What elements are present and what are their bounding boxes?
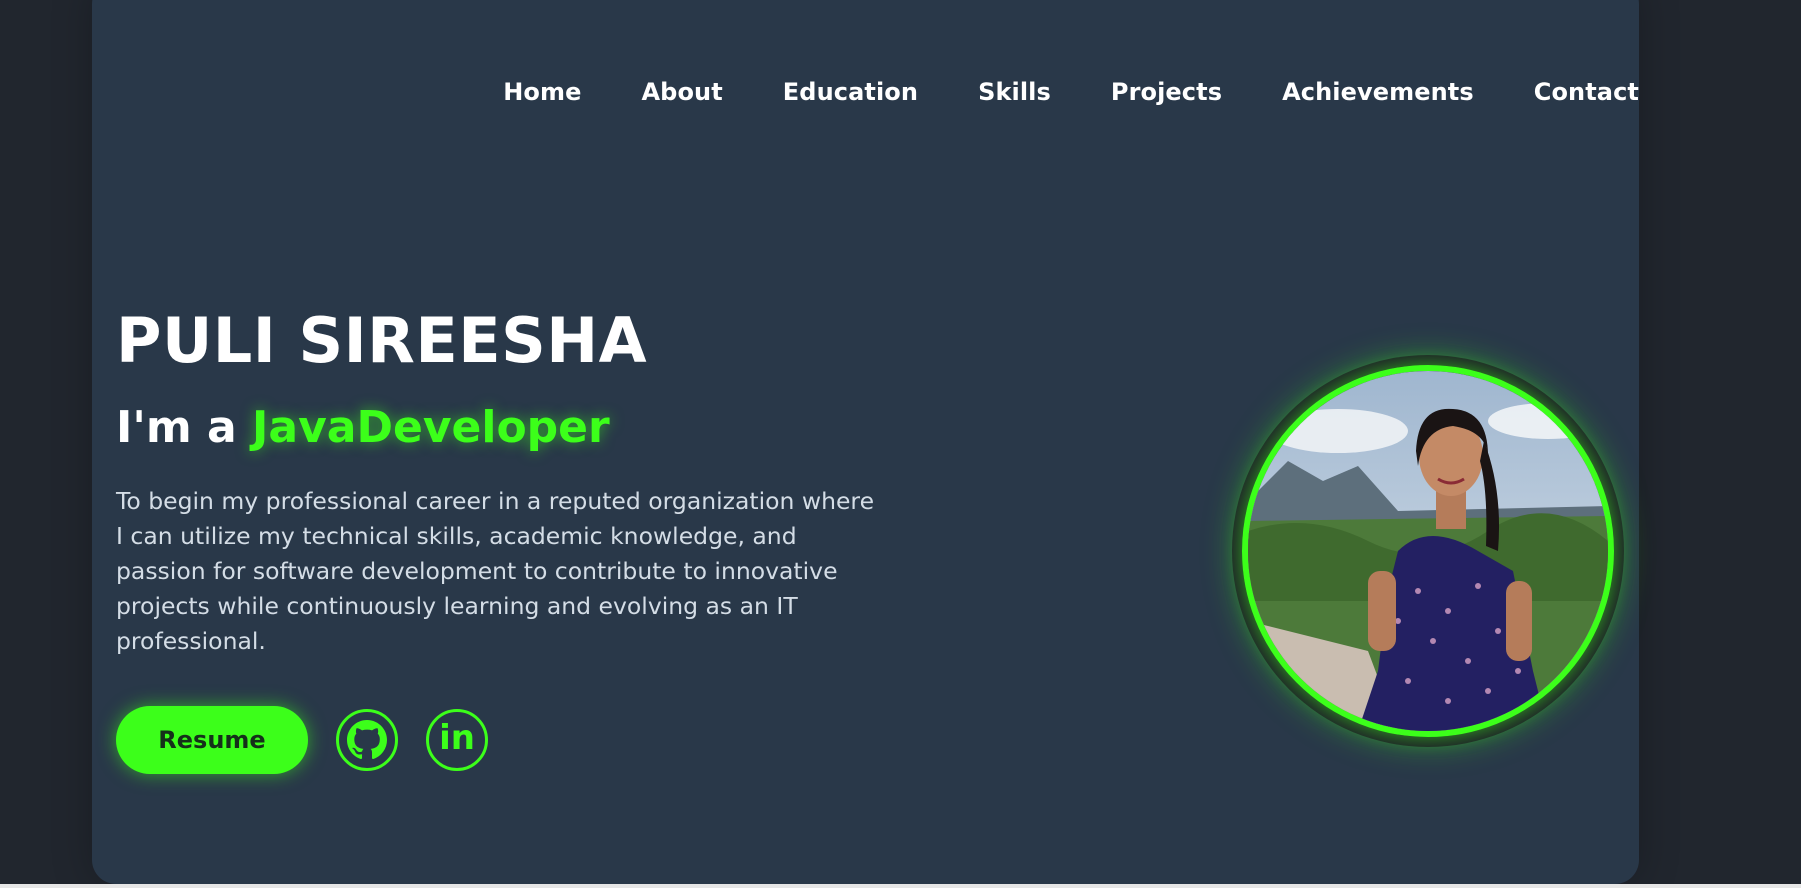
linkedin-link[interactable]: in: [426, 709, 488, 771]
nav-education[interactable]: Education: [783, 78, 918, 106]
linkedin-icon: in: [439, 718, 475, 758]
resume-button[interactable]: Resume: [116, 706, 308, 774]
page: Home About Education Skills Projects Ach…: [0, 0, 1801, 888]
profile-photo-image: [1248, 371, 1608, 731]
hero-actions: Resume in: [116, 706, 488, 774]
nav-projects[interactable]: Projects: [1111, 78, 1222, 106]
profile-photo: [1242, 365, 1614, 737]
nav-skills[interactable]: Skills: [978, 78, 1051, 106]
hero-role: I'm a JavaDeveloper: [116, 402, 610, 453]
nav-about[interactable]: About: [641, 78, 722, 106]
github-icon: [347, 720, 387, 760]
profile-photo-frame: [1232, 355, 1624, 747]
nav-achievements[interactable]: Achievements: [1282, 78, 1474, 106]
nav-contact[interactable]: Contact: [1534, 78, 1639, 106]
bottom-strip: [0, 884, 1801, 888]
github-link[interactable]: [336, 709, 398, 771]
nav-home[interactable]: Home: [503, 78, 581, 106]
role-prefix: I'm a: [116, 402, 253, 453]
top-navigation: Home About Education Skills Projects Ach…: [503, 78, 1639, 106]
hero-name: PULI SIREESHA: [116, 304, 648, 377]
role-highlight: JavaDeveloper: [252, 402, 610, 453]
hero-description: To begin my professional career in a rep…: [116, 487, 875, 655]
